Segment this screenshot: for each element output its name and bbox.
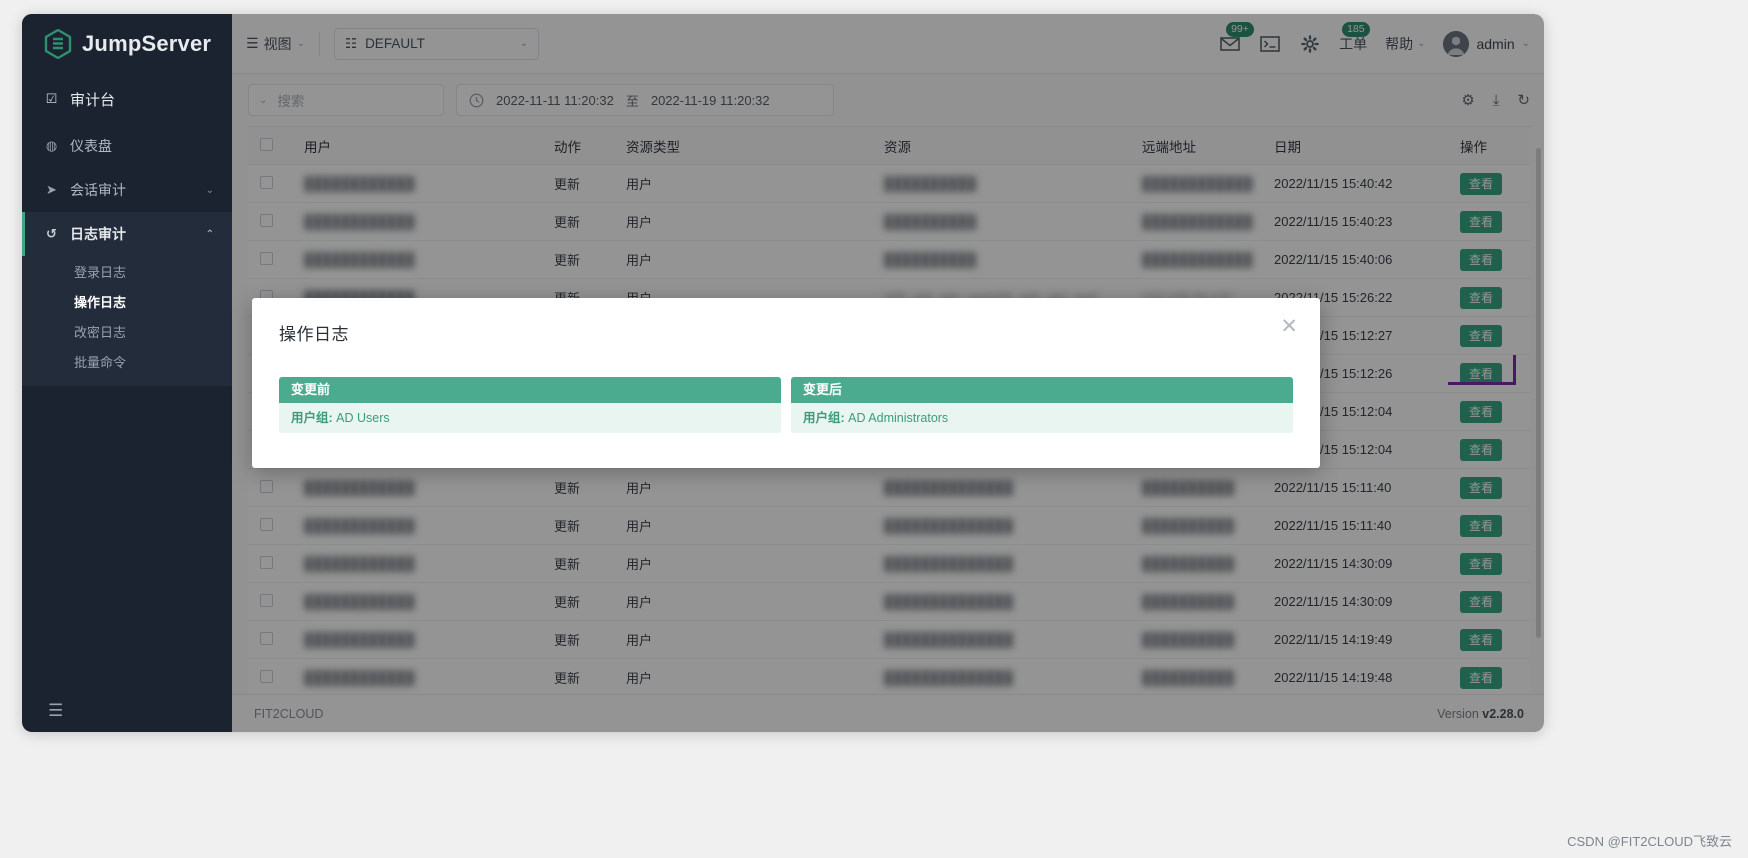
sidebar-item-log-audit[interactable]: ↺ 日志审计 ⌃	[22, 212, 232, 256]
operation-log-detail-modal: 操作日志 ✕ 变更前 用户组: AD Users 变更后 用户组: AD Adm…	[252, 298, 1320, 468]
before-field-value: AD Users	[336, 411, 390, 425]
sidebar: JumpServer ☑ 审计台 ◍ 仪表盘 ➤ 会话审计 ⌄ ↺ 日志审计 ⌃	[22, 14, 232, 732]
sidebar-subitem-label: 操作日志	[74, 294, 127, 310]
after-panel: 变更后 用户组: AD Administrators	[791, 377, 1293, 433]
sidebar-item-operation-log[interactable]: 操作日志	[22, 286, 232, 316]
sidebar-item-label: 审计台	[70, 91, 116, 109]
history-icon: ↺	[46, 226, 57, 241]
brand-name: JumpServer	[82, 31, 212, 56]
after-field-value: AD Administrators	[848, 411, 949, 425]
before-field-label: 用户组:	[291, 411, 333, 425]
after-field-label: 用户组:	[803, 411, 845, 425]
sidebar-item-audit-console[interactable]: ☑ 审计台	[22, 74, 232, 124]
watermark: CSDN @FIT2CLOUD飞致云	[1567, 834, 1732, 849]
jumpserver-logo-icon	[44, 29, 72, 59]
before-panel: 变更前 用户组: AD Users	[279, 377, 781, 433]
sidebar-item-password-change-log[interactable]: 改密日志	[22, 316, 232, 346]
sidebar-item-label: 会话审计	[70, 182, 126, 198]
sidebar-item-batch-command[interactable]: 批量命令	[22, 346, 232, 376]
jumpserver-app-window: JumpServer ☑ 审计台 ◍ 仪表盘 ➤ 会话审计 ⌄ ↺ 日志审计 ⌃	[22, 14, 1544, 732]
chevron-up-icon: ⌃	[205, 228, 214, 240]
sidebar-subitem-label: 改密日志	[74, 324, 127, 340]
sidebar-item-label: 日志审计	[70, 226, 126, 242]
modal-title: 操作日志	[279, 325, 349, 344]
after-panel-body: 用户组: AD Administrators	[791, 403, 1293, 433]
diff-panels: 变更前 用户组: AD Users 变更后 用户组: AD Administra…	[279, 377, 1293, 433]
sidebar-item-login-log[interactable]: 登录日志	[22, 256, 232, 286]
before-panel-header: 变更前	[279, 377, 781, 403]
close-icon[interactable]: ✕	[1280, 316, 1298, 337]
sidebar-item-session-audit[interactable]: ➤ 会话审计 ⌄	[22, 168, 232, 212]
before-panel-body: 用户组: AD Users	[279, 403, 781, 433]
sidebar-subitem-label: 批量命令	[74, 354, 127, 370]
sidebar-item-dashboard[interactable]: ◍ 仪表盘	[22, 124, 232, 168]
sidebar-item-label: 仪表盘	[70, 138, 112, 154]
dashboard-icon: ◍	[45, 138, 58, 153]
clipboard-check-icon: ☑	[45, 91, 58, 106]
sidebar-subitem-label: 登录日志	[74, 264, 127, 280]
sidebar-collapse-button[interactable]: ☰	[22, 690, 232, 732]
panel-collapse-icon: ☰	[48, 701, 64, 720]
sidebar-submenu: 登录日志 操作日志 改密日志 批量命令	[22, 256, 232, 386]
after-panel-header: 变更后	[791, 377, 1293, 403]
chevron-down-icon: ⌄	[205, 184, 214, 196]
paper-plane-icon: ➤	[46, 182, 57, 197]
sidebar-spacer	[22, 386, 232, 690]
brand-logo-area[interactable]: JumpServer	[22, 14, 232, 74]
